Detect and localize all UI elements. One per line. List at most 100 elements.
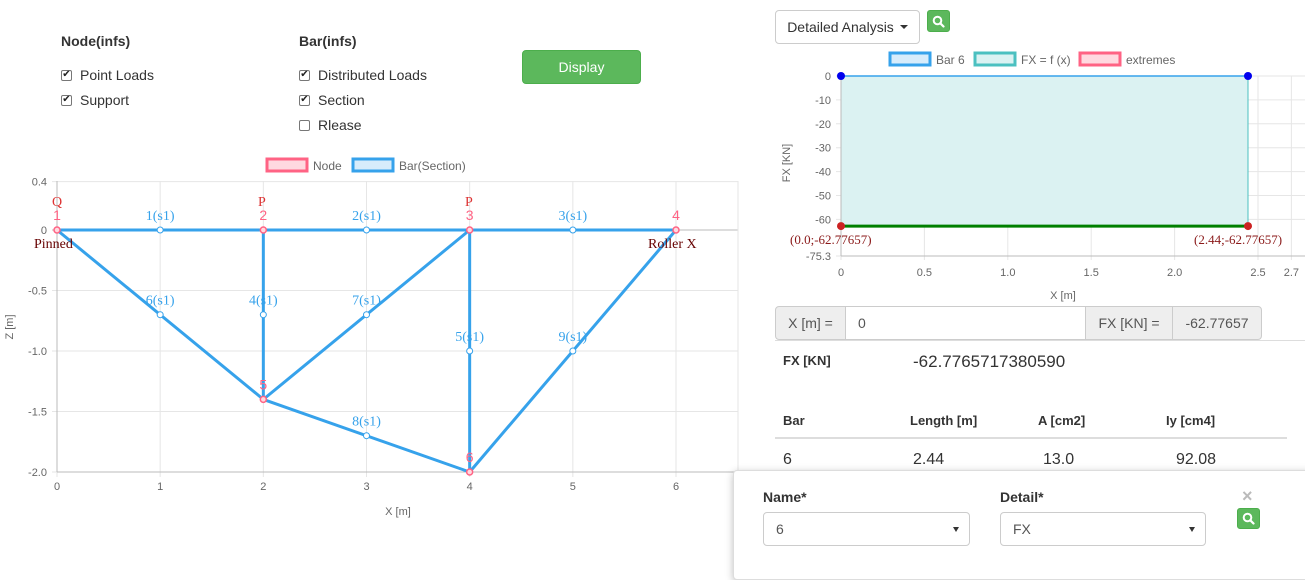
- y-tick-label: 0: [41, 225, 47, 237]
- detail-field-label: Detail*: [1000, 489, 1044, 505]
- node-label: 6: [466, 449, 474, 465]
- bar-midpoint: [363, 226, 370, 234]
- table-header-area: A [cm2]: [1038, 413, 1086, 428]
- y-tick-label: -60: [815, 214, 831, 226]
- node-label: 5: [259, 376, 267, 392]
- x-tick-label: 3: [363, 481, 369, 493]
- fx-area-fill: [840, 75, 1249, 227]
- bar-endpoint: [837, 72, 845, 80]
- bar-label: 5(s1): [455, 330, 484, 345]
- table-cell-length: 2.44: [913, 451, 945, 468]
- bar-midpoint: [156, 311, 164, 319]
- close-icon[interactable]: ×: [1242, 487, 1253, 505]
- fx-area: [840, 75, 1249, 228]
- display-button[interactable]: Display: [522, 50, 641, 84]
- result-value: -62.7765717380590: [913, 352, 1066, 371]
- node-infs-header: Node(infs): [61, 33, 131, 49]
- y-tick-label: -50: [815, 191, 831, 203]
- checkbox-distributed-loads[interactable]: ✔ Distributed Loads: [299, 65, 427, 85]
- axes: 0 1 2 3 4 5 6 0.4 0 -0.5 -1.0 -1.5 -2.0: [28, 177, 738, 493]
- table-header-bar: Bar: [783, 413, 805, 428]
- bar-label: 8(s1): [352, 415, 381, 430]
- legend-bar6-swatch[interactable]: [888, 51, 932, 67]
- load-label-p: P: [258, 195, 266, 210]
- checkbox-box[interactable]: ✔: [299, 69, 310, 81]
- bar-label: 3(s1): [558, 209, 587, 224]
- dropdown-label: Detailed Analysis: [787, 19, 894, 35]
- checkbox-label: Support: [80, 92, 130, 108]
- search-button[interactable]: [927, 10, 950, 32]
- y-axis-label: Z [m]: [4, 314, 16, 339]
- legend-bar-label: Bar(Section): [399, 159, 466, 173]
- x-input[interactable]: 0: [845, 306, 1086, 340]
- checkbox-label: Point Loads: [80, 67, 154, 83]
- support-label-pinned: Pinned: [34, 237, 73, 252]
- y-tick-label: -40: [815, 167, 831, 179]
- legend-fx-label: FX = f (x): [1021, 53, 1071, 67]
- node-point: [259, 226, 268, 234]
- checkbox-release[interactable]: Rlease: [299, 115, 362, 135]
- y-tick-label: -0.5: [28, 286, 47, 298]
- legend-fx-swatch[interactable]: [973, 51, 1017, 67]
- support-label-roller: Roller X: [648, 237, 697, 252]
- x-axis-label: X [m]: [385, 506, 411, 518]
- table-header-border: [775, 437, 1287, 439]
- search-icon: [1242, 512, 1255, 525]
- checkbox-label: Rlease: [318, 117, 362, 133]
- x-tick-label: 2.0: [1167, 267, 1182, 279]
- node-label: 4: [672, 207, 680, 223]
- detailed-analysis-dropdown[interactable]: Detailed Analysis: [775, 10, 920, 44]
- fx-chart: Bar 6 FX = f (x) extremes 0 0.5 1.0 1.5 2.0 2…: [781, 51, 1305, 302]
- y-tick-label: -75.3: [806, 251, 831, 263]
- legend-extremes-swatch[interactable]: [1078, 51, 1122, 67]
- table-cell-bar: 6: [783, 451, 792, 468]
- table-header-length: Length [m]: [910, 413, 978, 428]
- checkbox-box[interactable]: [299, 119, 310, 131]
- legend-bar6-label: Bar 6: [936, 53, 965, 67]
- select-arrow-icon: [953, 526, 959, 532]
- annotation-start: (0.0;-62.77657): [790, 232, 872, 247]
- table-cell-iy: 92.08: [1176, 451, 1217, 468]
- checkbox-point-loads[interactable]: ✔ Point Loads: [61, 65, 154, 85]
- x-tick-label: 0: [54, 481, 60, 493]
- bar-endpoint: [1244, 72, 1252, 80]
- bar-midpoint: [569, 347, 577, 355]
- checkbox-box[interactable]: ✔: [61, 69, 72, 81]
- search-icon: [932, 15, 945, 28]
- x-tick-label: 4: [467, 481, 473, 493]
- x-tick-label: 1.0: [1000, 267, 1015, 279]
- x-tick-label: 1: [157, 481, 163, 493]
- checkbox-section[interactable]: ✔ Section: [299, 90, 365, 110]
- bar-midpoint: [466, 347, 474, 355]
- detail-select[interactable]: FX: [1000, 512, 1206, 546]
- node-point: [465, 468, 474, 476]
- name-select[interactable]: 6: [763, 512, 970, 546]
- legend-node-swatch[interactable]: [265, 157, 309, 173]
- bar-label: 4(s1): [249, 294, 278, 309]
- popup-search-button[interactable]: [1237, 508, 1260, 529]
- checkbox-box[interactable]: ✔: [61, 94, 72, 106]
- checkbox-support[interactable]: ✔ Support: [61, 90, 129, 110]
- bar-label: 1(s1): [146, 209, 175, 224]
- detail-select-value: FX: [1013, 521, 1031, 537]
- bar-midpoint: [569, 226, 577, 234]
- y-tick-label: -10: [815, 95, 831, 107]
- fx-output-value: -62.77657: [1172, 306, 1262, 340]
- select-arrow-icon: [1189, 526, 1195, 532]
- node-point: [53, 226, 61, 234]
- y-tick-label: -30: [815, 143, 831, 155]
- checkbox-box[interactable]: ✔: [299, 94, 310, 106]
- y-axis-label: FX [KN]: [781, 144, 793, 183]
- table-header-iy: Iy [cm4]: [1166, 413, 1216, 428]
- load-label-p: P: [465, 195, 473, 210]
- structure-chart: Node Bar(Section) 0 1 2 3 4 5 6 0.4 0 -0.5 -1.0 -1.…: [4, 157, 739, 518]
- name-select-value: 6: [776, 521, 784, 537]
- bar-midpoint: [259, 311, 267, 319]
- name-field-label: Name*: [763, 489, 807, 505]
- legend-extremes-label: extremes: [1126, 53, 1175, 67]
- x-input-label: X [m] =: [775, 306, 846, 340]
- y-tick-label: 0: [825, 71, 831, 83]
- y-tick-label: -2.0: [28, 467, 47, 479]
- legend-bar-swatch[interactable]: [351, 157, 395, 173]
- bar-midpoint: [363, 432, 370, 440]
